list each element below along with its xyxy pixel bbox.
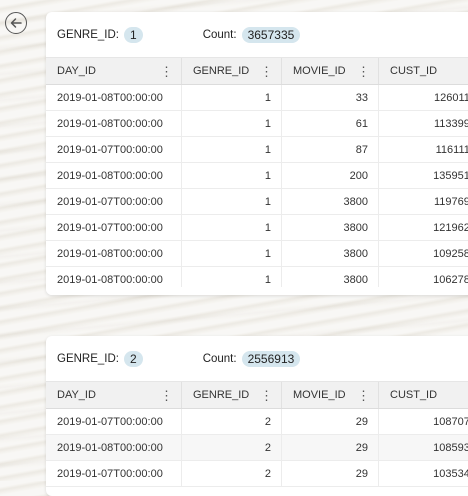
cell-movie-id: 61 bbox=[281, 111, 378, 136]
cell-movie-id: 33 bbox=[281, 85, 378, 110]
cell-cust-id: 1087072 bbox=[378, 409, 468, 434]
cell-genre-id: 1 bbox=[181, 189, 281, 214]
table-row[interactable]: 2019-01-08T00:00:00 2291085937 bbox=[46, 435, 468, 461]
cell-cust-id: 1085937 bbox=[378, 435, 468, 460]
cell-day-id: 2019-01-07T00:00:00 bbox=[57, 143, 163, 156]
cell-day-id: 2019-01-07T00:00:00 bbox=[57, 415, 163, 428]
group-value-badge: 2 bbox=[124, 350, 143, 367]
count-label: Count: bbox=[202, 352, 237, 365]
grid-body: 2019-01-08T00:00:001331260112 2019-01-08… bbox=[46, 85, 468, 293]
column-menu-icon[interactable]: ⋮ bbox=[357, 389, 370, 402]
column-menu-icon[interactable]: ⋮ bbox=[260, 389, 273, 402]
cell-movie-id: 200 bbox=[281, 163, 378, 188]
cell-movie-id: 29 bbox=[281, 409, 378, 434]
grid-header: DAY_ID⋮ GENRE_ID⋮ MOVIE_ID⋮ CUST_ID⋮ bbox=[46, 381, 468, 409]
cell-day-id: 2019-01-08T00:00:00 bbox=[57, 117, 163, 130]
cell-genre-id: 1 bbox=[181, 85, 281, 110]
cell-cust-id: 1359510 bbox=[378, 163, 468, 188]
cell-genre-id: 1 bbox=[181, 215, 281, 240]
cell-genre-id: 1 bbox=[181, 163, 281, 188]
table-row[interactable]: 2019-01-07T00:00:00 2291087072 bbox=[46, 409, 468, 435]
column-menu-icon[interactable]: ⋮ bbox=[160, 389, 173, 402]
cell-cust-id: 1092589 bbox=[378, 241, 468, 266]
cell-movie-id: 3800 bbox=[281, 241, 378, 266]
column-header-cust-id[interactable]: CUST_ID⋮ bbox=[378, 382, 468, 408]
cell-cust-id: 1197690 bbox=[378, 189, 468, 214]
cell-cust-id: 1219627 bbox=[378, 215, 468, 240]
arrow-left-icon bbox=[10, 18, 22, 28]
column-menu-icon[interactable]: ⋮ bbox=[160, 65, 173, 78]
cell-movie-id: 87 bbox=[281, 137, 378, 162]
cell-day-id: 2019-01-08T00:00:00 bbox=[57, 441, 163, 454]
cell-day-id: 2019-01-07T00:00:00 bbox=[57, 221, 163, 234]
cell-day-id: 2019-01-08T00:00:00 bbox=[57, 169, 163, 182]
cell-day-id: 2019-01-08T00:00:00 bbox=[57, 91, 163, 104]
cell-movie-id: 29 bbox=[281, 461, 378, 486]
cell-movie-id: 3800 bbox=[281, 189, 378, 214]
cell-genre-id: 1 bbox=[181, 111, 281, 136]
column-header-movie-id[interactable]: MOVIE_ID ⋮ bbox=[281, 58, 378, 84]
cell-genre-id: 2 bbox=[181, 409, 281, 434]
table-row[interactable]: 2019-01-08T00:00:00 1611133995 bbox=[46, 111, 468, 137]
count-value-badge: 3657335 bbox=[241, 26, 301, 43]
column-header-day-id[interactable]: DAY_ID ⋮ bbox=[46, 382, 181, 408]
cell-genre-id: 1 bbox=[181, 241, 281, 266]
cell-day-id: 2019-01-07T00:00:00 bbox=[57, 195, 163, 208]
group-label: GENRE_ID: bbox=[57, 352, 119, 365]
group-value-badge: 1 bbox=[124, 26, 143, 43]
scroll-clip bbox=[46, 287, 468, 295]
column-header-movie-id[interactable]: MOVIE_ID ⋮ bbox=[281, 382, 378, 408]
grid-header: DAY_ID⋮ GENRE_ID⋮ MOVIE_ID⋮ CUST_ID⋮ bbox=[46, 57, 468, 85]
column-header-day-id[interactable]: DAY_ID ⋮ bbox=[46, 58, 181, 84]
column-header-cust-id[interactable]: CUST_ID⋮ bbox=[378, 58, 468, 84]
cell-genre-id: 2 bbox=[181, 461, 281, 486]
group-card: GENRE_ID: 1 Count: 3657335 DAY_ID ⋮ GENRE… bbox=[46, 12, 468, 295]
cell-movie-id: 3800 bbox=[281, 215, 378, 240]
group-header: GENRE_ID: 1 Count: 3657335 bbox=[46, 12, 468, 57]
grid-body: 2019-01-07T00:00:002291087072 2019-01-08… bbox=[46, 409, 468, 487]
table-row[interactable]: 2019-01-08T00:00:00 12001359510 bbox=[46, 163, 468, 189]
column-menu-icon[interactable]: ⋮ bbox=[357, 65, 370, 78]
cell-cust-id: 1035345 bbox=[378, 461, 468, 486]
cell-movie-id: 29 bbox=[281, 435, 378, 460]
group-label: GENRE_ID: bbox=[57, 28, 119, 41]
group-card: GENRE_ID: 2 Count: 2556913 DAY_ID ⋮ GENRE… bbox=[46, 336, 468, 496]
column-header-genre-id[interactable]: GENRE_ID ⋮ bbox=[181, 58, 281, 84]
cell-genre-id: 1 bbox=[181, 137, 281, 162]
table-row[interactable]: 2019-01-08T00:00:00 138001092589 bbox=[46, 241, 468, 267]
count-value-badge: 2556913 bbox=[241, 350, 301, 367]
count-label: Count: bbox=[202, 28, 237, 41]
cell-genre-id: 2 bbox=[181, 435, 281, 460]
table-row[interactable]: 2019-01-07T00:00:00 138001219627 bbox=[46, 215, 468, 241]
cell-cust-id: 1260112 bbox=[378, 85, 468, 110]
column-menu-icon[interactable]: ⋮ bbox=[260, 65, 273, 78]
cell-day-id: 2019-01-07T00:00:00 bbox=[57, 467, 163, 480]
back-button[interactable] bbox=[5, 12, 27, 34]
table-row[interactable]: 2019-01-08T00:00:00 1331260112 bbox=[46, 85, 468, 111]
cell-cust-id: 1133995 bbox=[378, 111, 468, 136]
cell-day-id: 2019-01-08T00:00:00 bbox=[57, 247, 163, 260]
table-row[interactable]: 2019-01-07T00:00:00 1871161117 bbox=[46, 137, 468, 163]
group-header: GENRE_ID: 2 Count: 2556913 bbox=[46, 336, 468, 381]
cell-cust-id: 1161117 bbox=[378, 137, 468, 162]
table-row[interactable]: 2019-01-07T00:00:00 2291035345 bbox=[46, 461, 468, 487]
table-row[interactable]: 2019-01-07T00:00:00 138001197690 bbox=[46, 189, 468, 215]
column-header-genre-id[interactable]: GENRE_ID ⋮ bbox=[181, 382, 281, 408]
